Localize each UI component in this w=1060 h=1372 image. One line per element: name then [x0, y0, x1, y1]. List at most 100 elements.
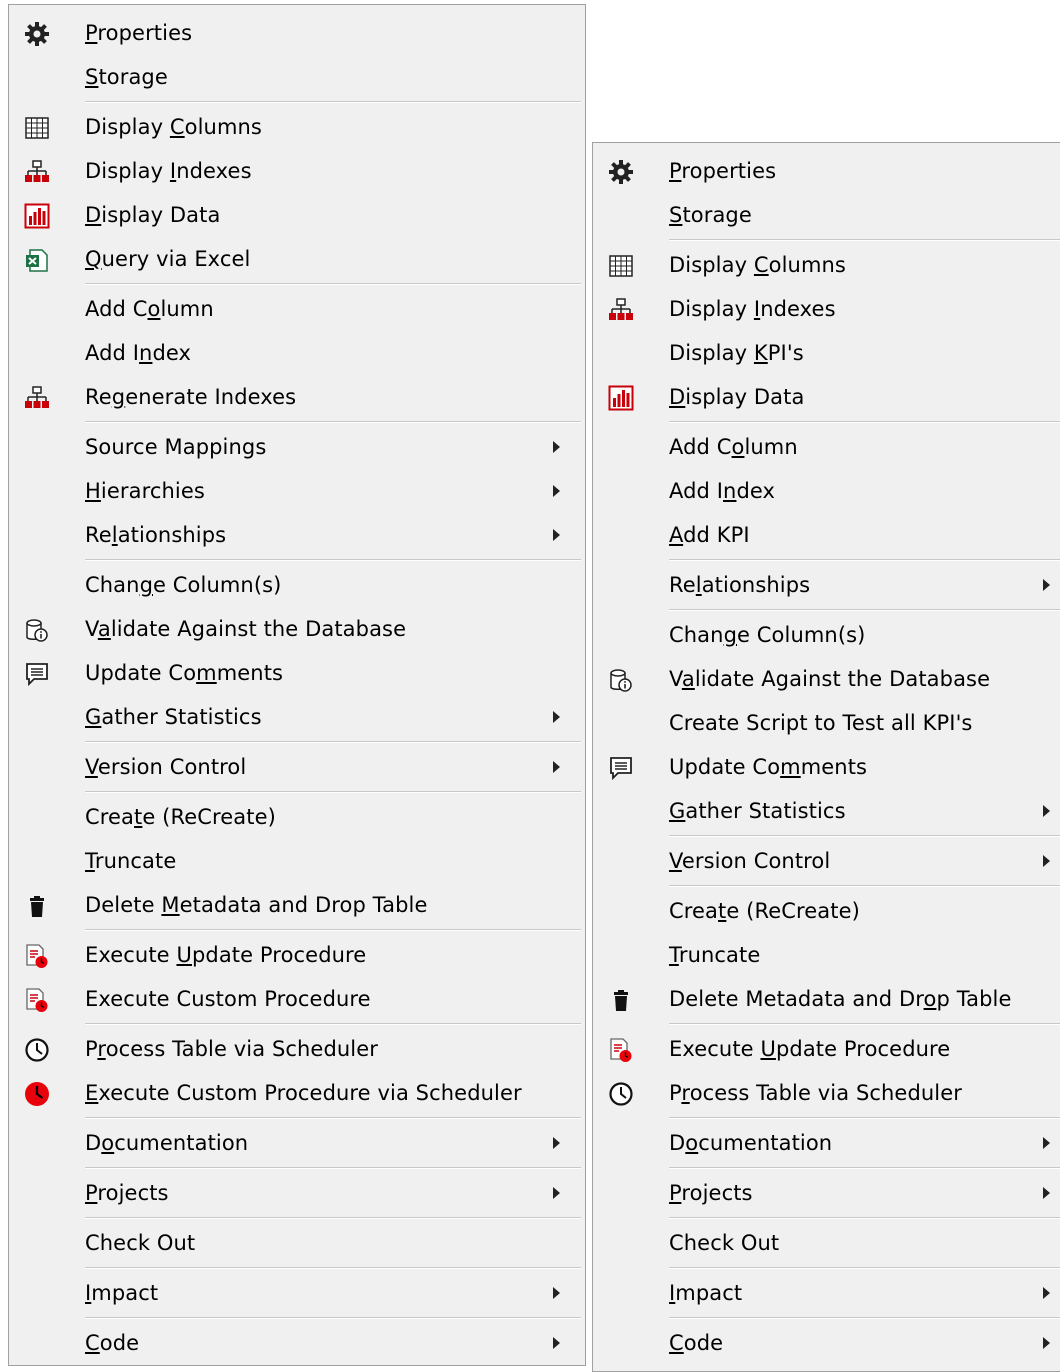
menu-item-update-comments[interactable]: Update Comments — [9, 651, 585, 695]
menu-item-label: Change Column(s) — [669, 623, 866, 647]
hierarchy-icon — [23, 158, 51, 186]
menu-item-properties[interactable]: Properties — [593, 149, 1060, 193]
menu-item-truncate[interactable]: Truncate — [593, 933, 1060, 977]
gear-icon — [607, 158, 635, 186]
chart-icon — [607, 384, 635, 412]
hierarchy-icon — [607, 296, 635, 324]
menu-item-display-data[interactable]: Display Data — [593, 375, 1060, 419]
menu-item-validate-against-the-database[interactable]: Validate Against the Database — [593, 657, 1060, 701]
menu-item-version-control[interactable]: Version Control — [9, 745, 585, 789]
trash-icon — [23, 892, 51, 920]
menu-item-display-data[interactable]: Display Data — [9, 193, 585, 237]
submenu-arrow-icon — [1043, 855, 1050, 867]
menu-item-update-comments[interactable]: Update Comments — [593, 745, 1060, 789]
menu-item-label: Code — [85, 1331, 140, 1355]
menu-item-create-recreate[interactable]: Create (ReCreate) — [9, 795, 585, 839]
submenu-arrow-icon — [1043, 1187, 1050, 1199]
menu-item-display-columns[interactable]: Display Columns — [593, 243, 1060, 287]
menu-item-process-table-via-scheduler[interactable]: Process Table via Scheduler — [593, 1071, 1060, 1115]
menu-item-documentation[interactable]: Documentation — [593, 1121, 1060, 1165]
menu-item-label: Impact — [669, 1281, 743, 1305]
menu-item-label: Version Control — [669, 849, 831, 873]
menu-item-label: Hierarchies — [85, 479, 205, 503]
grid-icon — [23, 114, 51, 142]
menu-item-add-column[interactable]: Add Column — [9, 287, 585, 331]
menu-item-label: Add Index — [669, 479, 776, 503]
menu-item-gather-statistics[interactable]: Gather Statistics — [9, 695, 585, 739]
gear-icon — [23, 20, 51, 48]
menu-item-execute-custom-procedure[interactable]: Execute Custom Procedure — [9, 977, 585, 1021]
menu-item-projects[interactable]: Projects — [593, 1171, 1060, 1215]
menu-item-label: Storage — [85, 65, 168, 89]
menu-item-storage[interactable]: Storage — [9, 55, 585, 99]
menu-item-documentation[interactable]: Documentation — [9, 1121, 585, 1165]
menu-item-label: Properties — [85, 21, 193, 45]
menu-item-delete-metadata-and-drop-table[interactable]: Delete Metadata and Drop Table — [9, 883, 585, 927]
menu-item-label: Display KPI's — [669, 341, 804, 365]
submenu-arrow-icon — [1043, 1287, 1050, 1299]
menu-item-execute-custom-procedure-via-scheduler[interactable]: Execute Custom Procedure via Scheduler — [9, 1071, 585, 1115]
menu-item-truncate[interactable]: Truncate — [9, 839, 585, 883]
menu-item-label: Update Comments — [85, 661, 284, 685]
menu-item-label: Documentation — [85, 1131, 249, 1155]
menu-item-source-mappings[interactable]: Source Mappings — [9, 425, 585, 469]
menu-item-label: Add Column — [669, 435, 798, 459]
menu-item-display-kpi-s[interactable]: Display KPI's — [593, 331, 1060, 375]
menu-item-add-index[interactable]: Add Index — [9, 331, 585, 375]
menu-item-add-column[interactable]: Add Column — [593, 425, 1060, 469]
submenu-arrow-icon — [553, 711, 560, 723]
menu-item-check-out[interactable]: Check Out — [9, 1221, 585, 1265]
menu-item-delete-metadata-and-drop-table[interactable]: Delete Metadata and Drop Table — [593, 977, 1060, 1021]
menu-item-create-script-to-test-all-kpi-s[interactable]: Create Script to Test all KPI's — [593, 701, 1060, 745]
menu-item-label: Display Indexes — [85, 159, 252, 183]
menu-item-projects[interactable]: Projects — [9, 1171, 585, 1215]
menu-item-properties[interactable]: Properties — [9, 11, 585, 55]
context-menu-right: Properties Storage Display Columns Display … — [592, 142, 1060, 1372]
procedure-icon — [23, 986, 51, 1014]
menu-item-version-control[interactable]: Version Control — [593, 839, 1060, 883]
menu-item-label: Truncate — [85, 849, 177, 873]
menu-item-regenerate-indexes[interactable]: Regenerate Indexes — [9, 375, 585, 419]
menu-item-label: Projects — [669, 1181, 753, 1205]
menu-item-process-table-via-scheduler[interactable]: Process Table via Scheduler — [9, 1027, 585, 1071]
menu-item-label: Add Index — [85, 341, 192, 365]
menu-item-label: Documentation — [669, 1131, 833, 1155]
menu-item-code[interactable]: Code — [593, 1321, 1060, 1365]
menu-item-storage[interactable]: Storage — [593, 193, 1060, 237]
menu-item-hierarchies[interactable]: Hierarchies — [9, 469, 585, 513]
menu-item-display-indexes[interactable]: Display Indexes — [9, 149, 585, 193]
menu-item-label: Execute Update Procedure — [85, 943, 367, 967]
menu-item-label: Relationships — [85, 523, 227, 547]
menu-item-label: Properties — [669, 159, 777, 183]
menu-item-label: Storage — [669, 203, 752, 227]
menu-item-code[interactable]: Code — [9, 1321, 585, 1365]
menu-item-label: Check Out — [669, 1231, 780, 1255]
menu-item-add-index[interactable]: Add Index — [593, 469, 1060, 513]
menu-item-display-indexes[interactable]: Display Indexes — [593, 287, 1060, 331]
menu-item-label: Code — [669, 1331, 724, 1355]
menu-item-add-kpi[interactable]: Add KPI — [593, 513, 1060, 557]
menu-item-label: Check Out — [85, 1231, 196, 1255]
menu-item-relationships[interactable]: Relationships — [593, 563, 1060, 607]
menu-item-check-out[interactable]: Check Out — [593, 1221, 1060, 1265]
menu-item-change-column-s[interactable]: Change Column(s) — [9, 563, 585, 607]
menu-item-label: Execute Custom Procedure via Scheduler — [85, 1081, 522, 1105]
menu-item-impact[interactable]: Impact — [9, 1271, 585, 1315]
menu-item-display-columns[interactable]: Display Columns — [9, 105, 585, 149]
menu-item-query-via-excel[interactable]: Query via Excel — [9, 237, 585, 281]
menu-item-gather-statistics[interactable]: Gather Statistics — [593, 789, 1060, 833]
menu-item-label: Change Column(s) — [85, 573, 282, 597]
menu-item-execute-update-procedure[interactable]: Execute Update Procedure — [9, 933, 585, 977]
menu-item-change-column-s[interactable]: Change Column(s) — [593, 613, 1060, 657]
submenu-arrow-icon — [553, 1137, 560, 1149]
menu-item-label: Source Mappings — [85, 435, 267, 459]
menu-item-validate-against-the-database[interactable]: Validate Against the Database — [9, 607, 585, 651]
menu-item-label: Display Columns — [85, 115, 262, 139]
menu-item-impact[interactable]: Impact — [593, 1271, 1060, 1315]
submenu-arrow-icon — [553, 1287, 560, 1299]
clock-icon — [607, 1080, 635, 1108]
menu-item-relationships[interactable]: Relationships — [9, 513, 585, 557]
menu-item-execute-update-procedure[interactable]: Execute Update Procedure — [593, 1027, 1060, 1071]
menu-item-create-recreate[interactable]: Create (ReCreate) — [593, 889, 1060, 933]
menu-item-label: Gather Statistics — [669, 799, 846, 823]
